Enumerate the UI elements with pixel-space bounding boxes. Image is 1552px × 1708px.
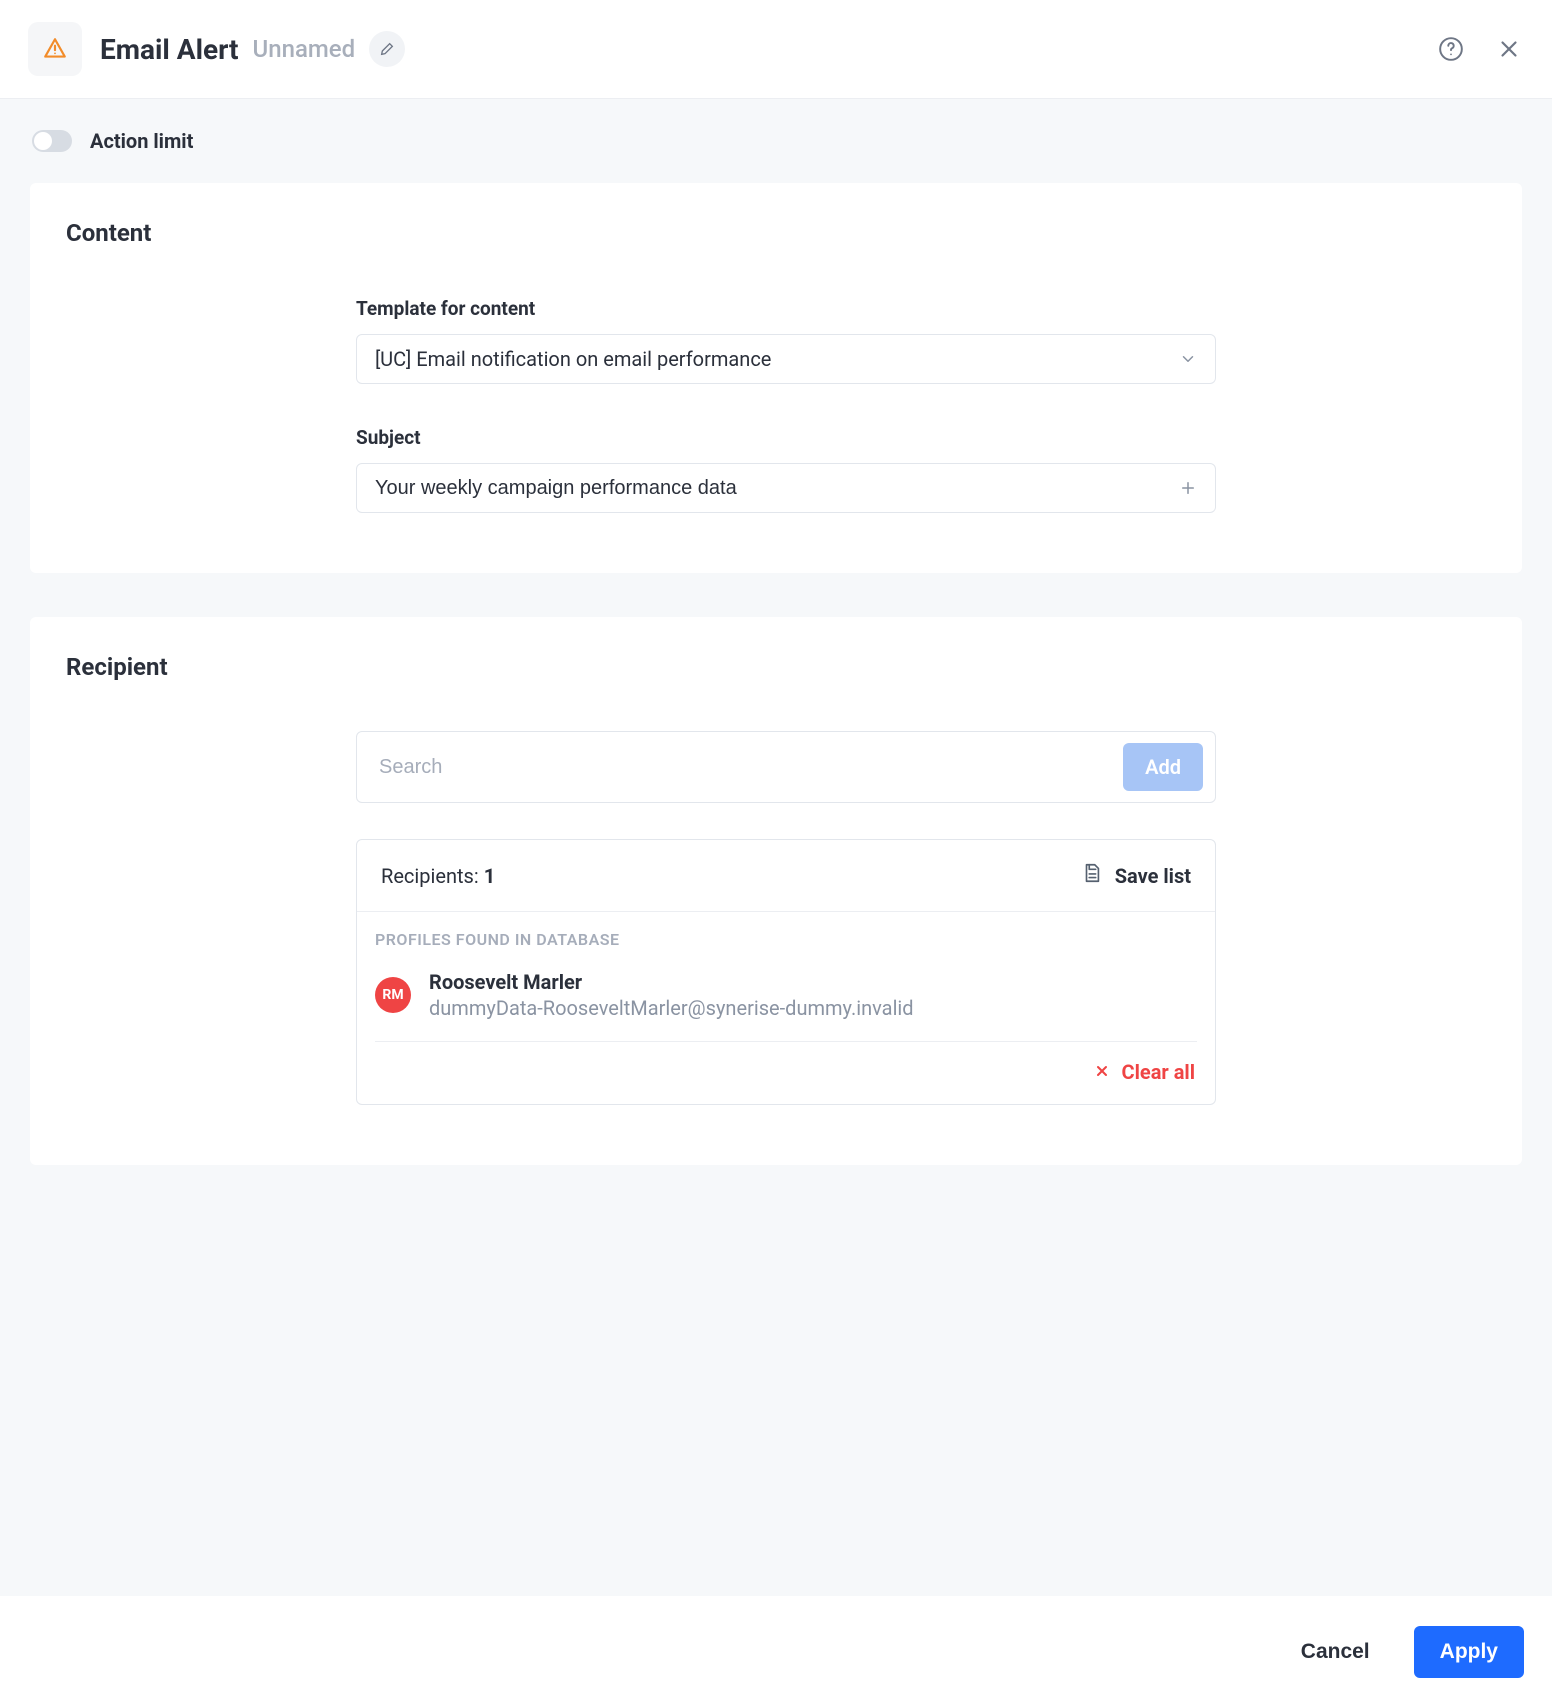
dialog-header: Email Alert Unnamed xyxy=(0,0,1552,99)
recipient-card: Recipient Add Recipients: 1 xyxy=(30,617,1522,1165)
clear-all-button[interactable]: Clear all xyxy=(1094,1060,1195,1084)
close-icon[interactable] xyxy=(1494,34,1524,64)
avatar: RM xyxy=(375,977,411,1013)
dialog-subtitle: Unnamed xyxy=(253,35,356,63)
save-list-icon xyxy=(1081,862,1103,889)
dialog-title: Email Alert xyxy=(100,33,239,66)
recipient-heading: Recipient xyxy=(66,653,1486,681)
dialog-footer: Cancel Apply xyxy=(0,1596,1552,1708)
recipients-count: Recipients: 1 xyxy=(381,864,495,888)
profile-row[interactable]: RM Roosevelt Marler dummyData-RooseveltM… xyxy=(375,961,1197,1042)
save-list-button[interactable]: Save list xyxy=(1081,862,1191,889)
recipient-search-row: Add xyxy=(356,731,1216,803)
action-limit-toggle[interactable] xyxy=(32,130,72,152)
email-alert-icon xyxy=(28,22,82,76)
action-limit-label: Action limit xyxy=(90,129,193,153)
content-heading: Content xyxy=(66,219,1486,247)
clear-all-label: Clear all xyxy=(1122,1060,1195,1084)
profiles-found-label: PROFILES FOUND IN DATABASE xyxy=(375,930,1197,949)
profile-email: dummyData-RooseveltMarler@synerise-dummy… xyxy=(429,995,914,1021)
subject-input[interactable] xyxy=(375,477,1179,500)
plus-icon[interactable] xyxy=(1179,479,1197,497)
cancel-button[interactable]: Cancel xyxy=(1281,1626,1390,1678)
profile-name: Roosevelt Marler xyxy=(429,969,914,995)
chevron-down-icon xyxy=(1179,350,1197,368)
apply-button[interactable]: Apply xyxy=(1414,1626,1524,1678)
subject-input-wrapper xyxy=(356,463,1216,513)
add-recipient-button[interactable]: Add xyxy=(1123,743,1203,791)
recipients-box: Recipients: 1 xyxy=(356,839,1216,1105)
content-card: Content Template for content [UC] Email … xyxy=(30,183,1522,573)
template-value: [UC] Email notification on email perform… xyxy=(375,347,771,371)
rename-button[interactable] xyxy=(369,31,405,67)
template-select[interactable]: [UC] Email notification on email perform… xyxy=(356,334,1216,384)
close-icon xyxy=(1094,1060,1110,1084)
save-list-label: Save list xyxy=(1115,864,1191,888)
subject-label: Subject xyxy=(356,426,1216,449)
template-label: Template for content xyxy=(356,297,1216,320)
recipient-search-input[interactable] xyxy=(379,756,1111,779)
help-icon[interactable] xyxy=(1436,34,1466,64)
